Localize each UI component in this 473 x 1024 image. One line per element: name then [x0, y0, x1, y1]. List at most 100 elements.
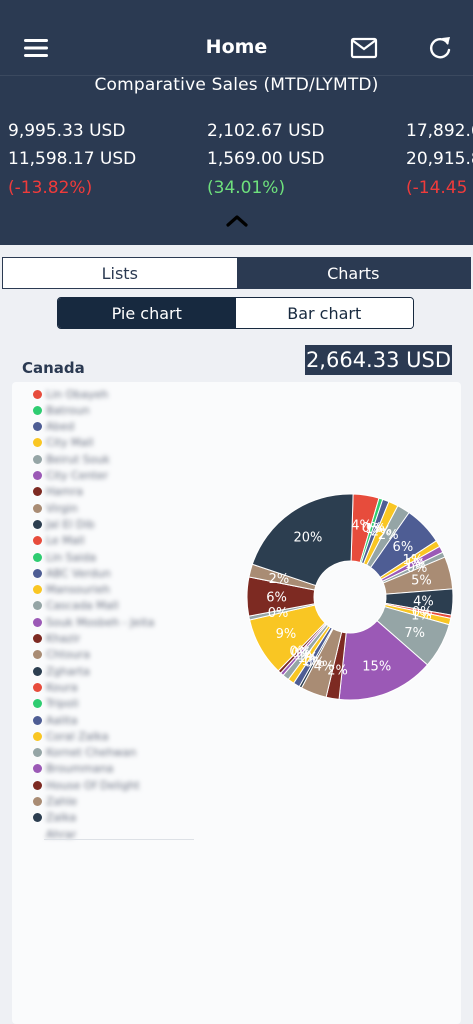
region-label: Canada: [22, 359, 85, 377]
chart-card: Lin Obayeh Batroun Abed City Mall Beirut Sou…: [12, 382, 461, 1024]
bar-chart-button[interactable]: Bar chart: [235, 298, 413, 328]
legend-label: Coral Zalka: [46, 729, 109, 743]
metric-3-mtd: 17,892.6: [406, 121, 473, 141]
legend-label: Beirut Souk: [46, 452, 110, 466]
legend-item: Virgin: [33, 500, 78, 516]
legend-color-swatch: [33, 503, 42, 513]
legend-label: Hamra: [46, 485, 83, 499]
legend-color-swatch: [33, 715, 42, 725]
legend-item: Broummana: [33, 761, 113, 777]
legend-label: Zahle: [46, 795, 78, 808]
total-amount: 2,664.33 USD: [304, 345, 452, 375]
legend-label: Zgharta: [46, 664, 90, 678]
tab-charts[interactable]: Charts: [237, 258, 471, 288]
legend-item: Chtoura: [33, 647, 90, 663]
mail-icon[interactable]: [346, 30, 382, 66]
legend-color-swatch: [33, 405, 42, 415]
legend-item: Batroun: [33, 402, 90, 418]
legend-label: Jal El Dib: [46, 517, 95, 531]
legend-item: Jal El Dib: [33, 516, 95, 532]
legend-color-swatch: [33, 830, 42, 839]
pie-chart-button[interactable]: Pie chart: [58, 298, 236, 328]
legend-item: Mansourieh: [33, 582, 110, 598]
legend-label: Virgin: [46, 501, 78, 515]
legend-label: Aalita: [46, 713, 78, 727]
legend-label: Lin Obayeh: [46, 387, 109, 401]
pie-chart: 4%0%1%2%2%6%1%1%0%5%4%0%1%7%15%2%4%0%1%1…: [246, 493, 454, 701]
legend-item: City Mall: [33, 435, 93, 451]
legend-label: Tripoli: [46, 697, 79, 711]
legend-item: Zgharta: [33, 663, 90, 679]
pie-slice-label: 0%: [268, 606, 289, 621]
legend-color-swatch: [33, 797, 42, 806]
legend-item: House Of Delight: [33, 777, 140, 793]
legend-color-swatch: [33, 780, 42, 790]
pie-slice-label: 6%: [266, 591, 287, 606]
pie-slice-label: 2%: [269, 572, 290, 587]
legend-color-swatch: [33, 601, 42, 611]
legend-color-swatch: [33, 731, 42, 741]
legend-label: Cascada Mall: [46, 599, 119, 613]
legend-label: Souk Mosbeh - Jeita: [46, 615, 155, 629]
legend-divider: [44, 839, 194, 840]
legend-label: House Of Delight: [46, 778, 140, 792]
legend-color-swatch: [33, 585, 42, 595]
legend-color-swatch: [33, 454, 42, 464]
legend-color-swatch: [33, 617, 42, 627]
view-tabs: Lists Charts: [2, 257, 471, 289]
legend-label: Zalka: [46, 811, 77, 825]
legend-color-swatch: [33, 568, 42, 578]
metric-2-change: (34.01%): [207, 178, 286, 198]
chart-type-toggle: Pie chart Bar chart: [57, 297, 414, 329]
legend-color-swatch: [33, 471, 42, 480]
legend-item: City Center: [33, 468, 108, 484]
legend-label: Abed: [46, 420, 75, 434]
legend-color-swatch: [33, 519, 42, 529]
legend-item: Cascada Mall: [33, 598, 119, 614]
metric-3-change: (-14.45: [406, 178, 468, 198]
legend-label: Broummana: [46, 762, 114, 776]
legend-color-swatch: [33, 666, 42, 676]
legend-label: Batroun: [46, 403, 90, 417]
legend-color-swatch: [33, 682, 42, 692]
metric-1-mtd: 9,995.33 USD: [8, 121, 126, 141]
legend-item: Souk Mosbeh - Jeita: [33, 614, 154, 630]
legend-color-swatch: [33, 650, 42, 660]
metric-3-lymtd: 20,915.8: [406, 149, 473, 169]
legend-label: Mansourieh: [46, 583, 110, 597]
tab-lists[interactable]: Lists: [3, 258, 237, 288]
legend-item: Zahle: [33, 794, 77, 810]
legend-item: ABC Verdun: [33, 565, 111, 581]
legend-item: Zalka: [33, 810, 76, 826]
refresh-icon[interactable]: [422, 30, 458, 66]
header: Home Comparative Sales (MTD/LYMTD) 9,995…: [0, 0, 473, 245]
pie-slice-label: 20%: [294, 531, 323, 546]
legend-item: Le Mall: [33, 533, 85, 549]
legend-color-swatch: [33, 422, 42, 432]
sales-subtitle: Comparative Sales (MTD/LYMTD): [94, 75, 379, 95]
legend-color-swatch: [33, 748, 42, 758]
legend-item: Koura: [33, 679, 78, 695]
legend-label: City Center: [46, 469, 109, 482]
legend-label: Chtoura: [46, 648, 90, 662]
legend-label: Le Mall: [46, 534, 85, 548]
legend-item: Beirut Souk: [33, 451, 110, 467]
legend-item: Lin Saida: [33, 549, 96, 565]
legend-item: Abed: [33, 419, 74, 435]
page-title: Home: [205, 36, 268, 58]
pie-slice-label: 9%: [276, 627, 297, 642]
metric-1-change: (-13.82%): [8, 178, 93, 198]
pie-slice-label: 1%: [411, 609, 432, 624]
legend-color-swatch: [33, 764, 42, 774]
legend-label: ABC Verdun: [46, 566, 111, 580]
legend-label: Khazir: [46, 632, 81, 645]
legend-item: Hamra: [33, 484, 83, 500]
collapse-chevron-icon[interactable]: [224, 212, 250, 228]
metric-2-mtd: 2,102.67 USD: [207, 121, 325, 141]
legend-label: City Mall: [46, 436, 94, 450]
metric-1-lymtd: 11,598.17 USD: [8, 149, 137, 169]
legend-label: Lin Saida: [46, 550, 97, 564]
legend-label: Koura: [46, 680, 78, 694]
legend-color-swatch: [33, 536, 42, 546]
legend-color-swatch: [33, 552, 42, 562]
